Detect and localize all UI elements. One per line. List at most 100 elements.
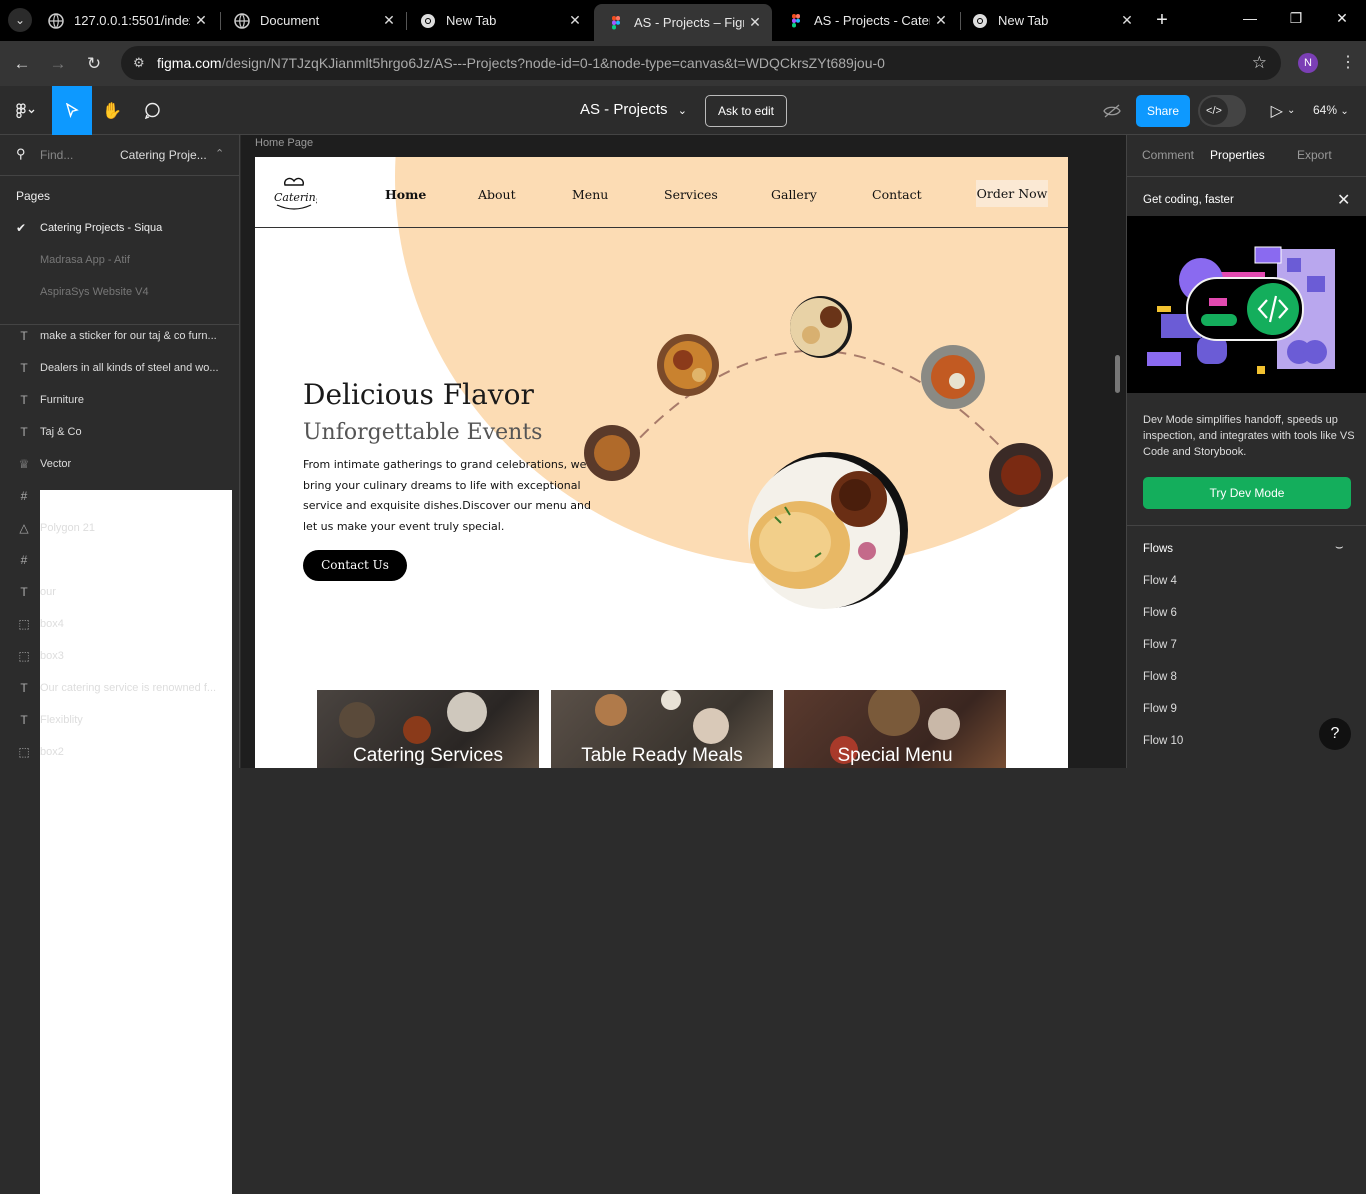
frame-label[interactable]: Home Page bbox=[255, 137, 313, 149]
home-page-frame[interactable]: Catering Home About Menu Services Galler… bbox=[255, 157, 1068, 768]
ask-to-edit-button[interactable]: Ask to edit bbox=[705, 95, 787, 127]
restore-window-icon[interactable]: ❐ bbox=[1286, 10, 1306, 27]
find-input[interactable]: Find... bbox=[40, 148, 73, 162]
layer-name: Flexiblity bbox=[40, 714, 83, 726]
contact-us-button[interactable]: Contact Us bbox=[303, 550, 407, 581]
flow-item[interactable]: Flow 4 bbox=[1143, 575, 1177, 587]
globe-icon bbox=[234, 12, 250, 29]
layer-row[interactable]: △ Polygon 21 bbox=[0, 513, 240, 545]
close-icon[interactable]: ✕ bbox=[1337, 190, 1350, 210]
canvas-scrollbar[interactable] bbox=[1115, 355, 1120, 393]
tab-title: AS - Projects - Cateri bbox=[814, 13, 930, 28]
service-tile[interactable]: Catering Services bbox=[317, 690, 539, 768]
search-icon: ⚲ bbox=[16, 146, 26, 161]
close-tab-icon[interactable]: ✕ bbox=[744, 14, 766, 31]
zoom-value: 64% bbox=[1313, 103, 1338, 117]
page-item[interactable]: Catering Projects - Siqua bbox=[40, 222, 162, 234]
close-tab-icon[interactable]: ✕ bbox=[930, 12, 952, 29]
text-icon: T bbox=[20, 361, 28, 375]
browser-address-bar: ← → ↻ ⚙ figma.com/design/N7TJzqKJianmlt5… bbox=[0, 41, 1366, 86]
layer-row[interactable]: T Dealers in all kinds of steel and wo... bbox=[0, 353, 240, 385]
comment-tool-icon[interactable] bbox=[132, 86, 172, 135]
close-tab-icon[interactable]: ✕ bbox=[564, 12, 586, 29]
checkmark-icon: ✔ bbox=[16, 221, 27, 235]
browser-tab[interactable]: 127.0.0.1:5501/index.h ✕ bbox=[34, 4, 218, 37]
layer-name: Polygon 21 bbox=[40, 522, 96, 534]
current-page-selector[interactable]: Catering Proje... bbox=[120, 148, 207, 162]
layer-row[interactable]: ♕ Vector bbox=[0, 449, 240, 481]
tab-export[interactable]: Export bbox=[1297, 148, 1332, 162]
url-text[interactable]: figma.com/design/N7TJzqKJianmlt5hrgo6Jz/… bbox=[157, 55, 885, 71]
zoom-level[interactable]: 64% ⌄ bbox=[1313, 103, 1349, 117]
flow-item[interactable]: Flow 8 bbox=[1143, 671, 1177, 683]
layer-row[interactable]: ⬚ box4 bbox=[0, 609, 240, 641]
minimize-window-icon[interactable]: — bbox=[1240, 10, 1260, 26]
url-omnibox[interactable]: ⚙ figma.com/design/N7TJzqKJianmlt5hrgo6J… bbox=[121, 46, 1281, 80]
site-settings-icon[interactable]: ⚙ bbox=[133, 55, 149, 71]
service-tile[interactable]: Table Ready Meals bbox=[551, 690, 773, 768]
hidden-eye-icon[interactable] bbox=[1100, 86, 1124, 135]
layer-name: box4 bbox=[40, 618, 64, 630]
close-tab-icon[interactable]: ✕ bbox=[378, 12, 400, 29]
forward-arrow-icon[interactable]: → bbox=[47, 53, 69, 75]
dev-mode-illustration bbox=[1127, 216, 1366, 393]
layer-name: Dealers in all kinds of steel and wo... bbox=[40, 362, 219, 374]
move-tool-cursor-icon[interactable] bbox=[52, 86, 92, 135]
new-tab-plus-icon[interactable]: + bbox=[1150, 8, 1174, 32]
file-name-text: AS - Projects bbox=[580, 101, 668, 118]
hand-tool-icon[interactable]: ✋ bbox=[92, 86, 132, 135]
layer-row[interactable]: T Furniture bbox=[0, 385, 240, 417]
dish-image bbox=[657, 334, 719, 396]
layer-row[interactable]: T Our catering service is renowned f... bbox=[0, 673, 240, 705]
tab-comment[interactable]: Comment bbox=[1142, 148, 1194, 162]
flow-item[interactable]: Flow 6 bbox=[1143, 607, 1177, 619]
back-arrow-icon[interactable]: ← bbox=[11, 53, 33, 75]
tab-search-chevron-icon[interactable]: ⌄ bbox=[8, 8, 32, 32]
try-dev-mode-button[interactable]: Try Dev Mode bbox=[1143, 477, 1351, 509]
flows-heading: Flows bbox=[1143, 543, 1174, 555]
file-name[interactable]: AS - Projects ⌄ bbox=[580, 101, 687, 118]
bookmark-star-icon[interactable]: ☆ bbox=[1252, 53, 1267, 73]
url-path: /design/N7TJzqKJianmlt5hrgo6Jz/AS---Proj… bbox=[221, 55, 885, 71]
flow-item[interactable]: Flow 10 bbox=[1143, 735, 1183, 747]
layer-row[interactable]: ⬚ box2 bbox=[0, 737, 240, 769]
flow-item[interactable]: Flow 9 bbox=[1143, 703, 1177, 715]
browser-tab[interactable]: Document ✕ bbox=[220, 4, 406, 37]
text-icon: T bbox=[20, 329, 28, 343]
layer-row[interactable]: # Home Page bbox=[0, 545, 240, 1194]
flow-item[interactable]: Flow 7 bbox=[1143, 639, 1177, 651]
design-canvas[interactable]: Home Page Catering Home About Menu Servi… bbox=[241, 135, 1126, 768]
close-tab-icon[interactable]: ✕ bbox=[190, 12, 212, 29]
dev-mode-toggle[interactable]: </> bbox=[1198, 95, 1246, 127]
help-question-icon[interactable]: ? bbox=[1319, 718, 1351, 750]
service-tile[interactable]: Special Menu bbox=[784, 690, 1006, 768]
layer-row[interactable]: Tmake a sticker for our taj & co furn... bbox=[0, 321, 240, 353]
profile-avatar[interactable]: N bbox=[1298, 53, 1318, 73]
browser-menu-icon[interactable]: ⋮ bbox=[1340, 52, 1356, 72]
layer-row[interactable]: ⬚ box3 bbox=[0, 641, 240, 673]
close-tab-icon[interactable]: ✕ bbox=[1116, 12, 1138, 29]
browser-tab[interactable]: AS - Projects - Cateri ✕ bbox=[774, 4, 958, 37]
browser-tab[interactable]: New Tab ✕ bbox=[958, 4, 1144, 37]
chevron-up-icon[interactable]: ⌃ bbox=[215, 147, 224, 160]
page-item[interactable]: Madrasa App - Atif bbox=[40, 254, 130, 266]
share-button[interactable]: Share bbox=[1136, 95, 1190, 127]
browser-tab[interactable]: New Tab ✕ bbox=[406, 4, 592, 37]
present-play-icon[interactable]: ▷ ⌄ bbox=[1266, 86, 1300, 135]
layer-row[interactable]: T Flexiblity bbox=[0, 705, 240, 737]
promo-description: Dev Mode simplifies handoff, speeds up i… bbox=[1143, 414, 1355, 458]
figma-logo-icon bbox=[16, 102, 35, 118]
layer-row[interactable]: # mdi:crown bbox=[0, 481, 240, 1130]
flows-collapse-icon[interactable]: ⌣ bbox=[1335, 539, 1344, 555]
close-window-icon[interactable]: ✕ bbox=[1332, 10, 1352, 27]
tab-title: 127.0.0.1:5501/index.h bbox=[74, 13, 190, 28]
browser-tab-active[interactable]: AS - Projects – Figma ✕ bbox=[594, 4, 772, 41]
figma-icon bbox=[792, 13, 800, 27]
hero-subtitle: Unforgettable Events bbox=[303, 420, 543, 445]
layer-row[interactable]: Tour bbox=[0, 577, 240, 609]
reload-icon[interactable]: ↻ bbox=[83, 53, 105, 75]
layer-row[interactable]: T Taj & Co bbox=[0, 417, 240, 449]
figma-main-menu-icon[interactable] bbox=[8, 86, 44, 135]
page-item[interactable]: AspiraSys Website V4 bbox=[40, 286, 149, 298]
tab-properties[interactable]: Properties bbox=[1210, 148, 1265, 162]
